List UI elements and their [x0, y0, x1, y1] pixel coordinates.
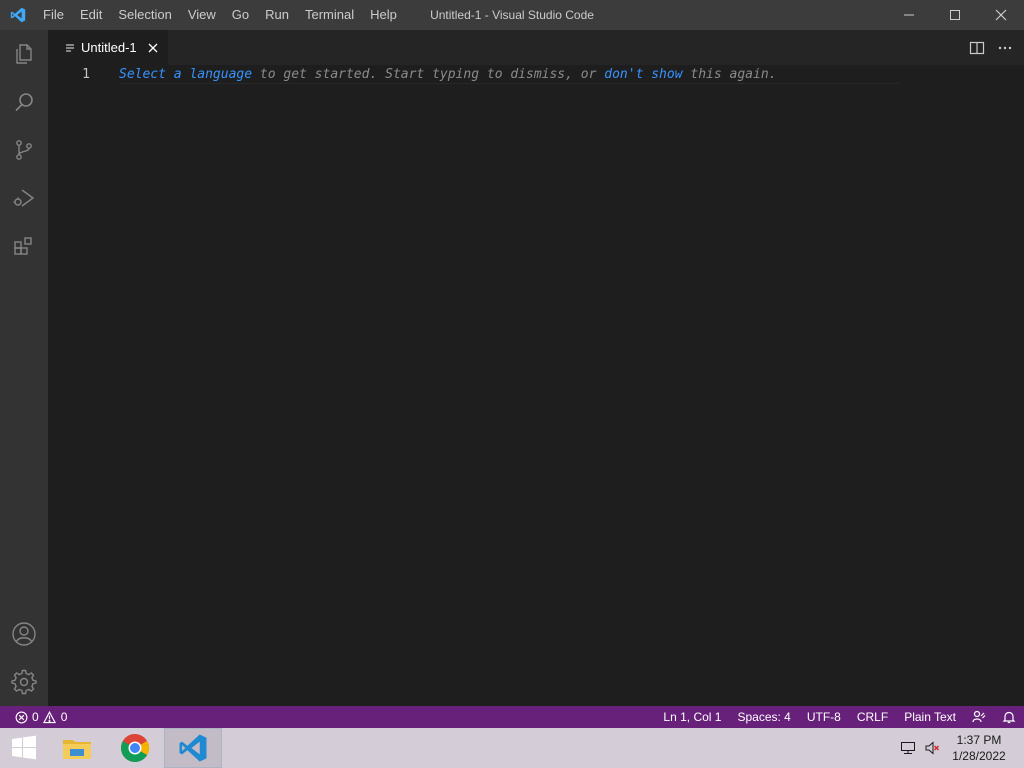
- feedback-button[interactable]: [964, 706, 994, 728]
- file-explorer-icon: [63, 740, 91, 759]
- menu-edit[interactable]: Edit: [72, 0, 110, 30]
- status-bar-right: Ln 1, Col 1 Spaces: 4 UTF-8 CRLF Plain T…: [655, 706, 1024, 728]
- line-number: 1: [82, 67, 90, 82]
- vscode-icon: [179, 734, 207, 762]
- menu-file[interactable]: File: [35, 0, 72, 30]
- menu-terminal[interactable]: Terminal: [297, 0, 362, 30]
- taskbar-chrome[interactable]: [106, 728, 164, 768]
- network-button[interactable]: [896, 728, 920, 768]
- extensions-icon: [14, 237, 32, 255]
- menu-help[interactable]: Help: [362, 0, 405, 30]
- clock-time: 1:37 PM: [956, 733, 1002, 747]
- explorer-icon: [16, 44, 32, 64]
- editor-tab-bar: Untitled-1: [48, 30, 1024, 65]
- run-debug-icon: [13, 189, 35, 207]
- file-lines-icon: [62, 40, 78, 56]
- menu-run[interactable]: Run: [257, 0, 297, 30]
- accounts-button[interactable]: [0, 610, 48, 658]
- taskbar-file-explorer[interactable]: [48, 728, 106, 768]
- split-editor-icon: [969, 41, 985, 54]
- editor-line: 1 Select a language to get started. Star…: [48, 65, 1024, 84]
- system-tray: 1:37 PM 1/28/2022: [896, 728, 1024, 768]
- title-bar: File Edit Selection View Go Run Terminal…: [0, 0, 1024, 30]
- menu-bar: File Edit Selection View Go Run Terminal…: [35, 0, 405, 30]
- warning-count: 0: [60, 710, 68, 724]
- minimize-icon: [904, 14, 914, 16]
- network-icon: [901, 742, 915, 754]
- extensions-button[interactable]: [0, 222, 48, 270]
- close-icon: [995, 9, 1007, 21]
- vscode-logo-icon: [0, 0, 35, 30]
- manage-button[interactable]: [0, 658, 48, 706]
- error-icon: [14, 710, 28, 724]
- select-language-link[interactable]: Select a language: [119, 67, 252, 82]
- volume-muted-icon: [925, 741, 940, 755]
- minimize-button[interactable]: [886, 0, 932, 30]
- run-debug-button[interactable]: [0, 174, 48, 222]
- source-control-icon: [16, 140, 32, 160]
- taskbar-vscode[interactable]: [164, 728, 222, 768]
- indentation-setting[interactable]: Spaces: 4: [729, 706, 798, 728]
- tab-label: Untitled-1: [81, 40, 137, 55]
- warning-icon: [43, 710, 57, 724]
- volume-button[interactable]: [920, 728, 944, 768]
- maximize-button[interactable]: [932, 0, 978, 30]
- empty-editor-hint: Select a language to get started. Start …: [119, 67, 776, 82]
- encoding-setting[interactable]: UTF-8: [799, 706, 849, 728]
- explorer-button[interactable]: [0, 30, 48, 78]
- manage-gear-icon: [11, 669, 37, 695]
- tab-untitled-1[interactable]: Untitled-1: [48, 30, 168, 65]
- activity-bar: [0, 30, 48, 706]
- search-icon: [15, 93, 33, 112]
- maximize-icon: [950, 10, 960, 20]
- editor-area[interactable]: 1 Select a language to get started. Star…: [48, 65, 1024, 706]
- error-count: 0: [32, 710, 39, 724]
- clock-date: 1/28/2022: [952, 749, 1006, 763]
- bell-icon: [1002, 711, 1016, 724]
- close-icon: [148, 43, 158, 52]
- taskbar-clock[interactable]: 1:37 PM 1/28/2022: [944, 732, 1024, 764]
- menu-selection[interactable]: Selection: [110, 0, 179, 30]
- activity-bar-bottom: [0, 610, 48, 706]
- hint-text-1: to get started. Start typing to dismiss,…: [252, 67, 605, 82]
- source-control-button[interactable]: [0, 126, 48, 174]
- more-actions-icon: [998, 46, 1012, 49]
- notifications-button[interactable]: [994, 706, 1024, 728]
- menu-view[interactable]: View: [180, 0, 224, 30]
- problems-indicator[interactable]: 0 0: [0, 706, 67, 728]
- editor-actions: [966, 30, 1016, 65]
- windows-logo-icon: [12, 735, 36, 760]
- menu-go[interactable]: Go: [224, 0, 257, 30]
- status-bar: 0 0 Ln 1, Col 1 Spaces: 4 UTF-8 CRLF Pla…: [0, 706, 1024, 728]
- feedback-person-icon: [972, 710, 986, 723]
- accounts-icon: [12, 622, 36, 646]
- start-button[interactable]: [0, 728, 48, 768]
- windows-taskbar: 1:37 PM 1/28/2022: [0, 728, 1024, 768]
- split-editor-button[interactable]: [966, 37, 988, 59]
- tab-close-button[interactable]: [143, 38, 163, 58]
- close-window-button[interactable]: [978, 0, 1024, 30]
- search-button[interactable]: [0, 78, 48, 126]
- cursor-position[interactable]: Ln 1, Col 1: [655, 706, 729, 728]
- more-actions-button[interactable]: [994, 37, 1016, 59]
- window-controls: [886, 0, 1024, 30]
- hint-text-2: this again.: [682, 67, 777, 82]
- language-mode[interactable]: Plain Text: [896, 706, 964, 728]
- end-of-line-setting[interactable]: CRLF: [849, 706, 896, 728]
- chrome-icon: [121, 734, 150, 762]
- dont-show-link[interactable]: don't show: [604, 67, 682, 82]
